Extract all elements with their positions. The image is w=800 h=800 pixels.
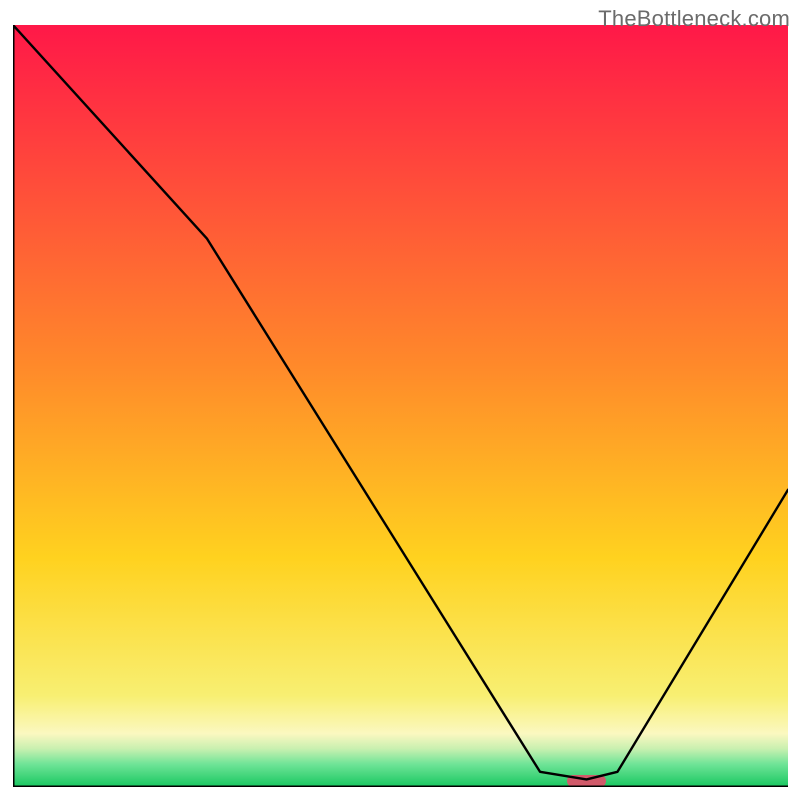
watermark-text: TheBottleneck.com <box>598 6 790 32</box>
bottleneck-curve <box>13 25 788 787</box>
curve-path <box>13 25 788 779</box>
bottleneck-chart: TheBottleneck.com <box>0 0 800 800</box>
plot-area <box>13 25 788 787</box>
